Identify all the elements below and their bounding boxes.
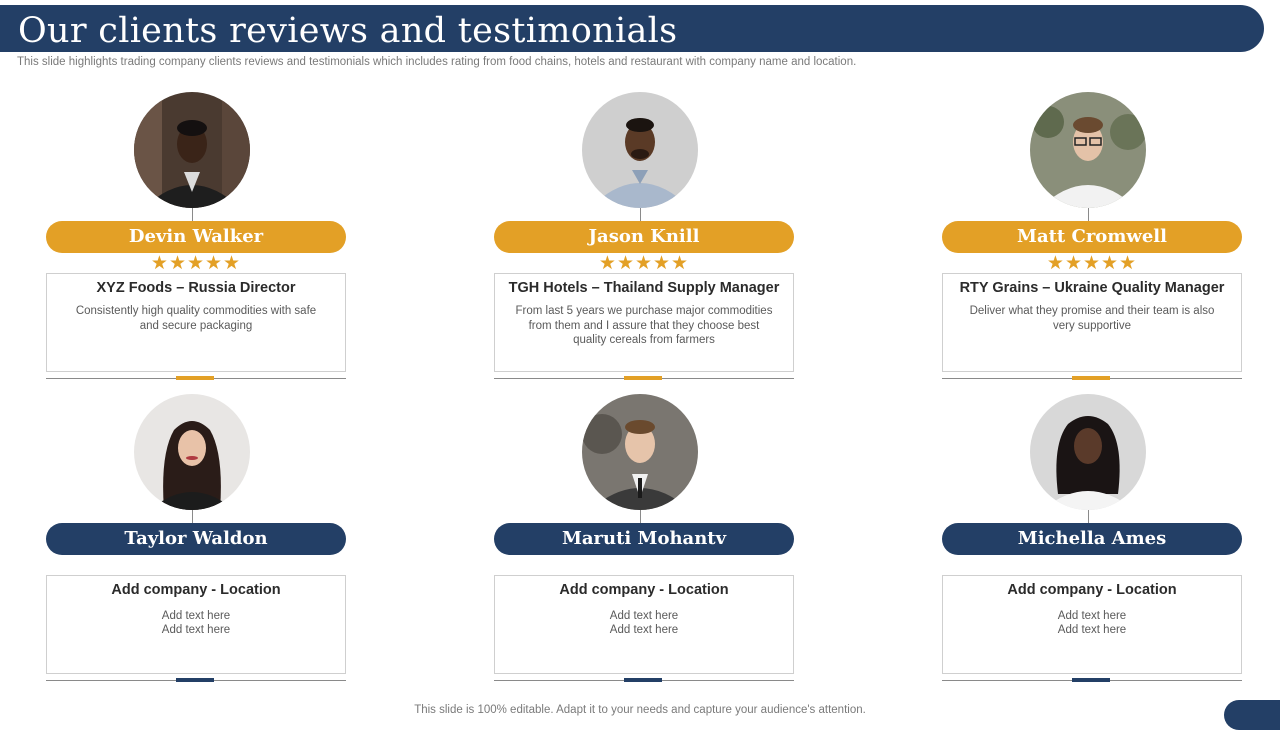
testimonial-card-devin: Devin Walker ★★★★★ XYZ Foods – Russia Di… [46,92,346,392]
star-rating: ★★★★★ [1046,253,1138,274]
title-bar: Our clients reviews and testimonials [0,5,1264,52]
avatar [582,92,698,208]
star-rating: ★★★★★ [150,253,242,274]
corner-decoration [1224,700,1280,730]
review-box: XYZ Foods – Russia Director Consistently… [46,273,346,372]
star-rating: ★★★★★ [598,253,690,274]
divider-accent [1072,678,1110,682]
connector-line [1088,208,1089,221]
connector-line [192,510,193,523]
divider-accent [176,376,214,380]
company-role: TGH Hotels – Thailand Supply Manager [508,280,780,296]
company-location: Add company - Location [1007,582,1177,598]
placeholder-text-2: Add text here [161,624,231,636]
person-photo [582,394,698,510]
avatar [134,394,250,510]
avatar [582,394,698,510]
avatar [1030,92,1146,208]
divider-accent [176,678,214,682]
company-role: XYZ Foods – Russia Director [96,280,296,296]
avatar [134,92,250,208]
testimonial-card-michella: Michella Ames Add company - Location Add… [942,394,1242,694]
review-box: RTY Grains – Ukraine Quality Manager Del… [942,273,1242,372]
placeholder-box: Add company - Location Add text here Add… [46,575,346,674]
page-subtitle: This slide highlights trading company cl… [17,56,857,68]
company-location: Add company - Location [559,582,729,598]
person-photo [582,92,698,208]
connector-line [640,208,641,221]
placeholder-box: Add company - Location Add text here Add… [942,575,1242,674]
testimonial-card-matt: Matt Cromwell ★★★★★ RTY Grains – Ukraine… [942,92,1242,392]
client-name: Maruti Mohantv [494,523,794,555]
client-name: Matt Cromwell [942,221,1242,253]
connector-line [640,510,641,523]
review-text: Deliver what they promise and their team… [969,305,1215,332]
client-name: Jason Knill [494,221,794,253]
client-name: Taylor Waldon [46,523,346,555]
connector-line [1088,510,1089,523]
person-photo [134,92,250,208]
person-photo [1030,92,1146,208]
placeholder-text-2: Add text here [1057,624,1127,636]
review-text: Consistently high quality commodities wi… [75,305,317,332]
company-location: Add company - Location [111,582,281,598]
person-photo [1030,394,1146,510]
client-name: Devin Walker [46,221,346,253]
placeholder-text-1: Add text here [1057,610,1127,622]
client-name: Michella Ames [942,523,1242,555]
testimonial-card-taylor: Taylor Waldon Add company - Location Add… [46,394,346,694]
testimonial-card-maruti: Maruti Mohantv Add company - Location Ad… [494,394,794,694]
placeholder-text-2: Add text here [609,624,679,636]
divider-accent [624,678,662,682]
connector-line [192,208,193,221]
placeholder-text-1: Add text here [609,610,679,622]
footer-note: This slide is 100% editable. Adapt it to… [414,704,866,716]
page-title: Our clients reviews and testimonials [18,11,678,51]
avatar [1030,394,1146,510]
divider-accent [1072,376,1110,380]
person-photo [134,394,250,510]
placeholder-text-1: Add text here [161,610,231,622]
review-text: From last 5 years we purchase major comm… [515,305,773,346]
placeholder-box: Add company - Location Add text here Add… [494,575,794,674]
divider-accent [624,376,662,380]
review-box: TGH Hotels – Thailand Supply Manager Fro… [494,273,794,372]
testimonial-card-jason: Jason Knill ★★★★★ TGH Hotels – Thailand … [494,92,794,392]
company-role: RTY Grains – Ukraine Quality Manager [959,280,1225,296]
